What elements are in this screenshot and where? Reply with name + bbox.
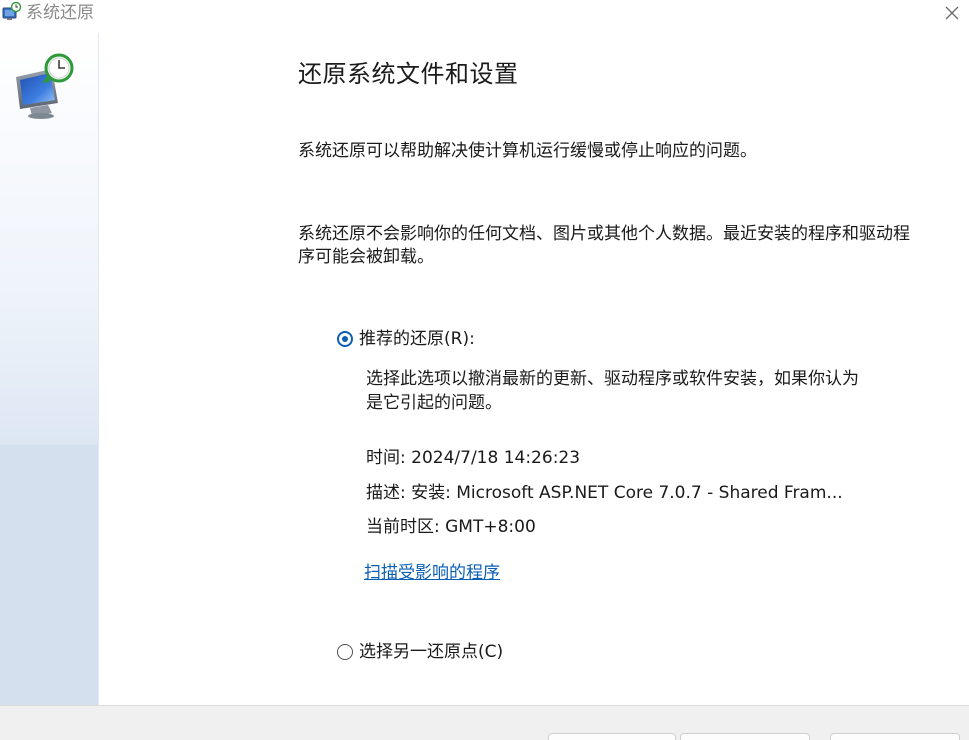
title-bar: 系统还原 <box>0 0 969 28</box>
restore-point-time: 时间: 2024/7/18 14:26:23 <box>366 448 581 468</box>
cancel-button[interactable] <box>830 733 960 740</box>
recommended-restore-radio[interactable] <box>337 331 353 347</box>
page-title: 还原系统文件和设置 <box>298 60 519 88</box>
recommended-restore-description: 选择此选项以撤消最新的更新、驱动程序或软件安装，如果你认为是它引起的问题。 <box>366 369 859 413</box>
restore-point-description: 描述: 安装: Microsoft ASP.NET Core 7.0.7 - S… <box>366 483 843 503</box>
choose-other-restore-point-label[interactable]: 选择另一还原点(C) <box>359 641 503 663</box>
next-button[interactable] <box>680 733 810 740</box>
data-safety-paragraph: 系统还原不会影响你的任何文档、图片或其他个人数据。最近安装的程序和驱动程序可能会… <box>298 224 910 267</box>
scan-affected-programs-link[interactable]: 扫描受影响的程序 <box>364 562 500 584</box>
recommended-restore-label[interactable]: 推荐的还原(R): <box>359 328 475 350</box>
intro-paragraph: 系统还原可以帮助解决使计算机运行缓慢或停止响应的问题。 <box>298 141 757 161</box>
system-restore-monitor-clock-icon <box>16 53 74 119</box>
system-restore-icon <box>2 2 22 20</box>
footer-bar <box>0 705 969 740</box>
back-button[interactable] <box>548 733 676 740</box>
sidebar-lower-band <box>0 445 98 705</box>
choose-other-restore-point-radio[interactable] <box>337 644 353 660</box>
system-restore-window: 系统还原 还原系统文件和设置 系统还原可以帮助解决使计算机运行缓慢或停止响应的问… <box>0 0 969 740</box>
close-button[interactable] <box>935 0 969 26</box>
left-sidebar <box>0 33 99 705</box>
close-icon <box>945 6 959 20</box>
window-title: 系统还原 <box>26 3 94 23</box>
current-timezone: 当前时区: GMT+8:00 <box>366 517 536 537</box>
